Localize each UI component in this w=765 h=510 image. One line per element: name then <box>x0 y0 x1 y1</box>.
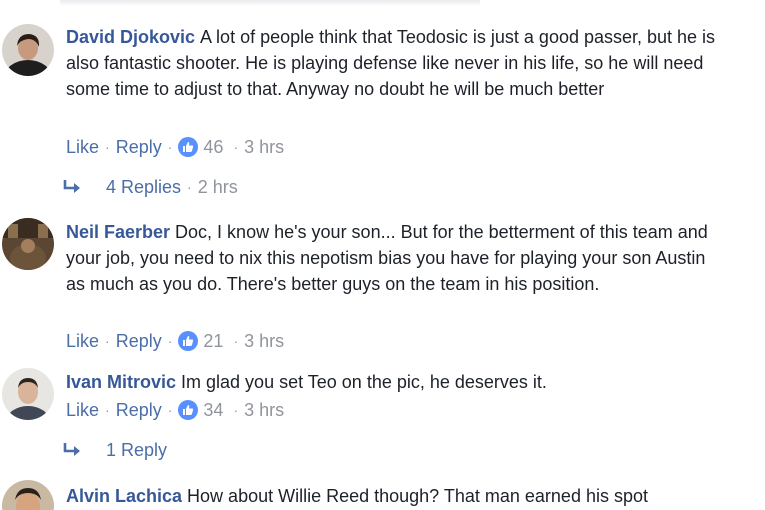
reaction-count[interactable]: 46 <box>203 135 223 159</box>
separator-dot: · <box>105 402 110 418</box>
reply-button[interactable]: Reply <box>116 329 162 353</box>
comment-author[interactable]: David Djokovic <box>66 27 195 47</box>
avatar[interactable] <box>2 24 54 76</box>
avatar-image <box>2 24 54 76</box>
comment-actions: Like · Reply · 46 · 3 hrs <box>66 135 284 159</box>
replies-count[interactable]: 4 Replies <box>106 175 181 199</box>
comment-body: Im glad you set Teo on the pic, he deser… <box>181 372 547 392</box>
avatar-image <box>2 368 54 420</box>
separator-dot: · <box>167 139 173 155</box>
comment-text: Ivan Mitrovic Im glad you set Teo on the … <box>66 369 726 395</box>
separator-dot: · <box>187 179 192 195</box>
comment-actions: Like · Reply · 34 · 3 hrs <box>66 398 284 422</box>
avatar-image <box>2 218 54 270</box>
comment-text: Alvin Lachica How about Willie Reed thoug… <box>66 483 726 509</box>
view-replies-link[interactable]: 1 Reply <box>62 437 167 463</box>
thumbs-up-icon[interactable] <box>178 400 199 420</box>
comment-timestamp[interactable]: 3 hrs <box>244 398 284 422</box>
replies-timestamp: 2 hrs <box>197 177 238 197</box>
avatar[interactable] <box>2 218 54 270</box>
reply-button[interactable]: Reply <box>116 398 162 422</box>
view-replies-link[interactable]: 4 Replies · 2 hrs <box>62 174 238 200</box>
comment-author[interactable]: Neil Faerber <box>66 222 170 242</box>
separator-dot: · <box>233 402 239 418</box>
comment-text: David Djokovic A lot of people think that… <box>66 24 726 102</box>
reaction-count[interactable]: 34 <box>203 398 223 422</box>
like-button[interactable]: Like <box>66 398 99 422</box>
separator-dot: · <box>105 139 110 155</box>
reaction-count[interactable]: 21 <box>203 329 223 353</box>
like-button[interactable]: Like <box>66 329 99 353</box>
separator-dot: · <box>167 333 173 349</box>
comment-author[interactable]: Alvin Lachica <box>66 486 182 506</box>
separator-dot: · <box>233 139 239 155</box>
thumbs-up-icon[interactable] <box>178 137 199 157</box>
reply-arrow-icon <box>62 441 82 459</box>
like-button[interactable]: Like <box>66 135 99 159</box>
comment-author[interactable]: Ivan Mitrovic <box>66 372 176 392</box>
comment-body: How about Willie Reed though? That man e… <box>187 486 648 506</box>
cutoff-previous-comment <box>60 0 480 6</box>
separator-dot: · <box>233 333 239 349</box>
thumbs-up-icon[interactable] <box>178 331 199 351</box>
separator-dot: · <box>105 333 110 349</box>
comment-feed: David Djokovic A lot of people think that… <box>0 0 765 510</box>
comment-timestamp[interactable]: 3 hrs <box>244 329 284 353</box>
avatar[interactable] <box>2 480 54 510</box>
reply-arrow-icon <box>62 178 82 196</box>
avatar-image <box>2 480 54 510</box>
separator-dot: · <box>167 402 173 418</box>
avatar[interactable] <box>2 368 54 420</box>
replies-count[interactable]: 1 Reply <box>106 438 167 462</box>
comment-timestamp[interactable]: 3 hrs <box>244 135 284 159</box>
comment-actions: Like · Reply · 21 · 3 hrs <box>66 329 284 353</box>
reply-button[interactable]: Reply <box>116 135 162 159</box>
comment-text: Neil Faerber Doc, I know he's your son...… <box>66 219 726 297</box>
